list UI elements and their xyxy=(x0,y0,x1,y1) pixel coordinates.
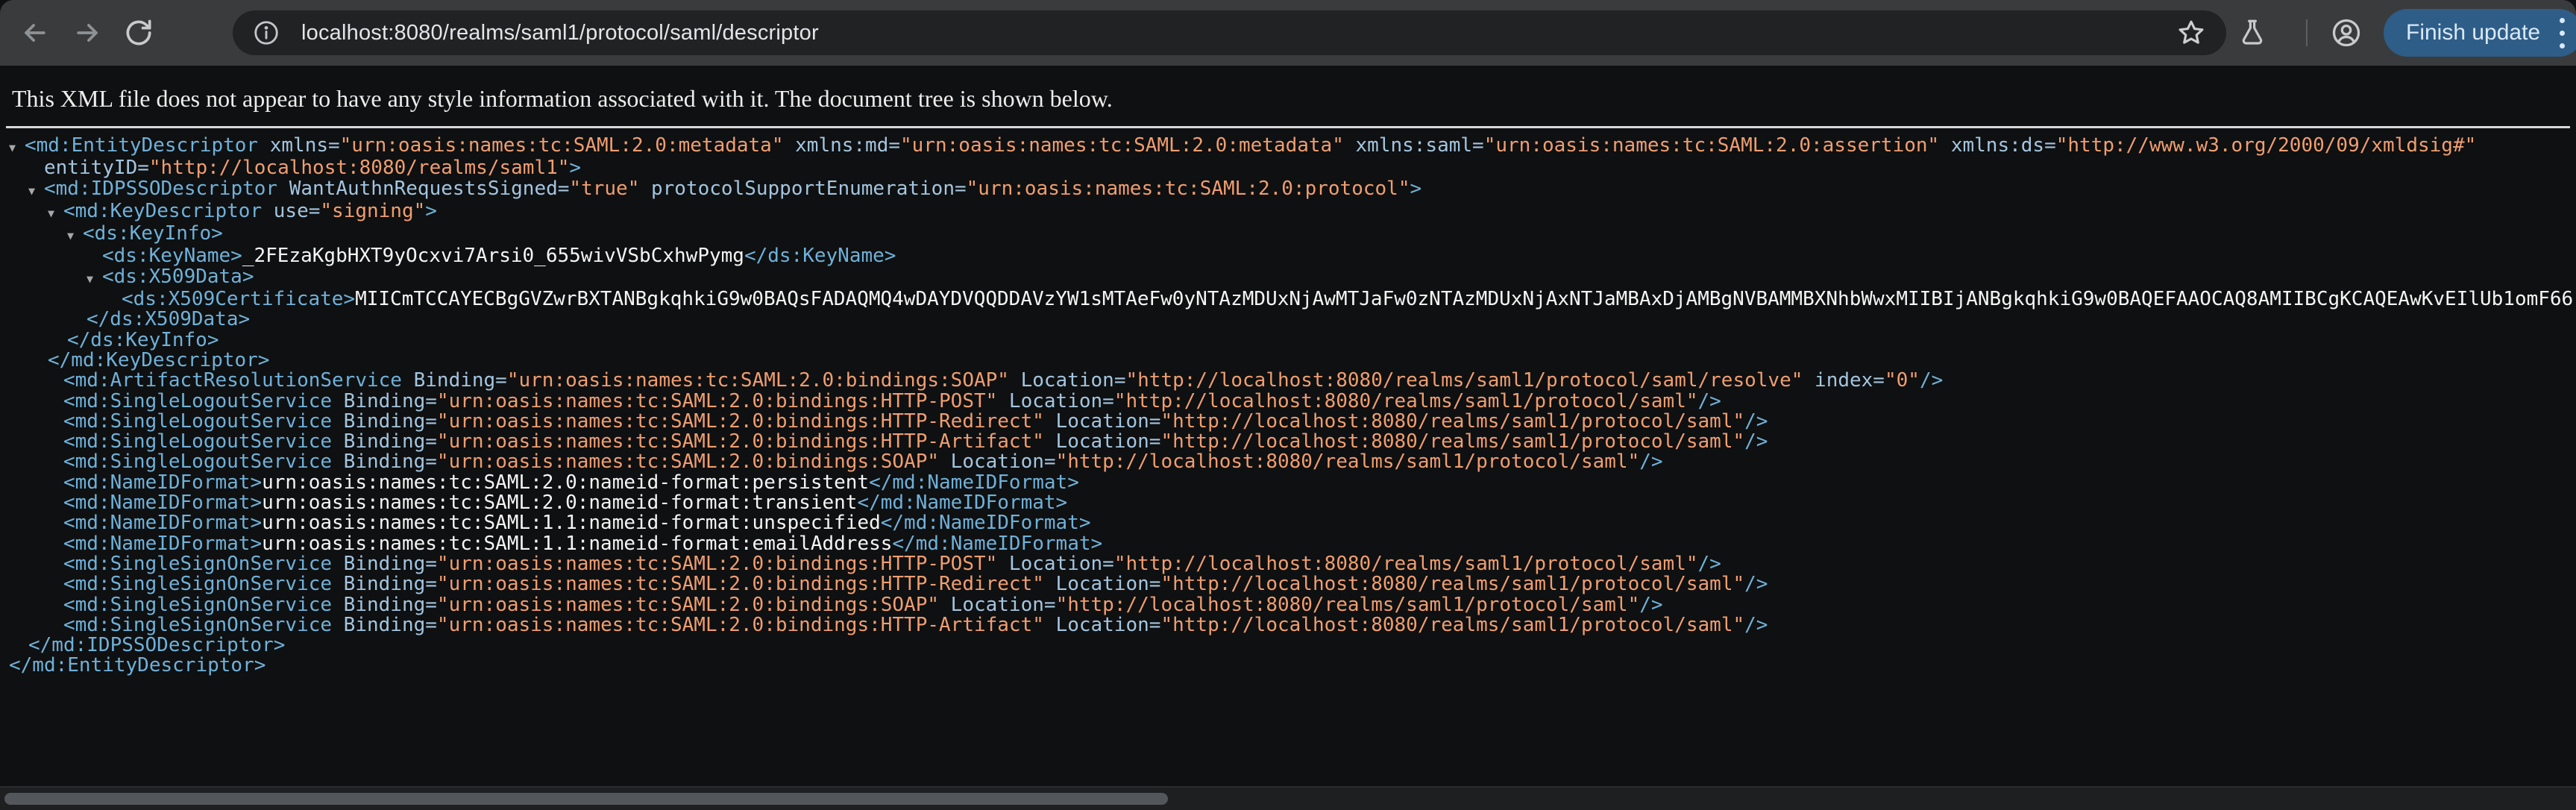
xml-line: ▼<md:KeyDescriptor use="signing"> xyxy=(0,201,2576,224)
browser-toolbar: localhost:8080/realms/saml1/protocol/sam… xyxy=(0,0,2576,66)
xml-line: ▼<md:IDPSSODescriptor WantAuthnRequestsS… xyxy=(0,179,2576,201)
xml-line: <md:SingleLogoutService Binding="urn:oas… xyxy=(0,452,2576,472)
xml-notice: This XML file does not appear to have an… xyxy=(0,66,2576,113)
url-text: localhost:8080/realms/saml1/protocol/sam… xyxy=(301,21,819,45)
flask-icon xyxy=(2237,17,2268,48)
more-menu-icon[interactable] xyxy=(2555,13,2569,54)
collapse-arrow-icon[interactable]: ▼ xyxy=(87,269,102,289)
xml-line: <md:NameIDFormat>urn:oasis:names:tc:SAML… xyxy=(0,534,2576,554)
xml-line: <md:NameIDFormat>urn:oasis:names:tc:SAML… xyxy=(0,473,2576,493)
xml-line: </md:KeyDescriptor> xyxy=(0,351,2576,371)
profile-button[interactable] xyxy=(2330,16,2363,49)
xml-tree: ▼<md:EntityDescriptor xmlns="urn:oasis:n… xyxy=(0,128,2576,676)
xml-viewer-page: This XML file does not appear to have an… xyxy=(0,66,2576,810)
horizontal-scrollbar[interactable] xyxy=(0,786,2576,810)
forward-button[interactable] xyxy=(72,16,104,49)
xml-line: <ds:X509Certificate>MIICmTCCAYECBgGVZwrB… xyxy=(0,289,2576,310)
xml-line: <md:ArtifactResolutionService Binding="u… xyxy=(0,371,2576,391)
finish-update-label: Finish update xyxy=(2406,20,2540,45)
collapse-arrow-icon[interactable]: ▼ xyxy=(9,138,25,158)
site-info-icon[interactable] xyxy=(252,19,280,47)
bookmark-star-icon[interactable] xyxy=(2176,17,2207,48)
forward-icon xyxy=(72,16,104,49)
xml-line: <md:SingleSignOnService Binding="urn:oas… xyxy=(0,574,2576,594)
finish-update-button[interactable]: Finish update xyxy=(2384,9,2576,57)
back-icon xyxy=(18,16,51,49)
experiments-button[interactable] xyxy=(2236,16,2269,49)
xml-line: <md:SingleLogoutService Binding="urn:oas… xyxy=(0,412,2576,432)
collapse-arrow-icon[interactable]: ▼ xyxy=(67,226,83,246)
profile-icon xyxy=(2330,16,2363,49)
xml-line: ▼<md:EntityDescriptor xmlns="urn:oasis:n… xyxy=(0,136,2576,158)
collapse-arrow-icon[interactable]: ▼ xyxy=(28,181,44,201)
xml-line: <ds:KeyName>_2FEzaKgbHXT9yOcxvi7Arsi0_65… xyxy=(0,246,2576,266)
scrollbar-thumb[interactable] xyxy=(4,793,1168,805)
reload-icon xyxy=(122,16,155,49)
back-button[interactable] xyxy=(18,16,51,49)
url-bar[interactable]: localhost:8080/realms/saml1/protocol/sam… xyxy=(233,10,2226,55)
xml-line: entityID="http://localhost:8080/realms/s… xyxy=(0,158,2576,178)
xml-line: </ds:X509Data> xyxy=(0,310,2576,330)
xml-line: ▼<ds:X509Data> xyxy=(0,267,2576,289)
xml-line: </md:EntityDescriptor> xyxy=(0,656,2576,676)
toolbar-divider xyxy=(2306,19,2308,46)
xml-line: <md:NameIDFormat>urn:oasis:names:tc:SAML… xyxy=(0,513,2576,533)
xml-line: <md:NameIDFormat>urn:oasis:names:tc:SAML… xyxy=(0,493,2576,513)
xml-line: <md:SingleLogoutService Binding="urn:oas… xyxy=(0,432,2576,452)
reload-button[interactable] xyxy=(122,16,155,49)
xml-line: <md:SingleSignOnService Binding="urn:oas… xyxy=(0,554,2576,574)
xml-line: <md:SingleLogoutService Binding="urn:oas… xyxy=(0,392,2576,412)
collapse-arrow-icon[interactable]: ▼ xyxy=(48,204,63,224)
xml-line: <md:SingleSignOnService Binding="urn:oas… xyxy=(0,595,2576,615)
xml-line: ▼<ds:KeyInfo> xyxy=(0,224,2576,246)
xml-line: </md:IDPSSODescriptor> xyxy=(0,635,2576,656)
xml-line: </ds:KeyInfo> xyxy=(0,330,2576,351)
xml-line: <md:SingleSignOnService Binding="urn:oas… xyxy=(0,615,2576,635)
